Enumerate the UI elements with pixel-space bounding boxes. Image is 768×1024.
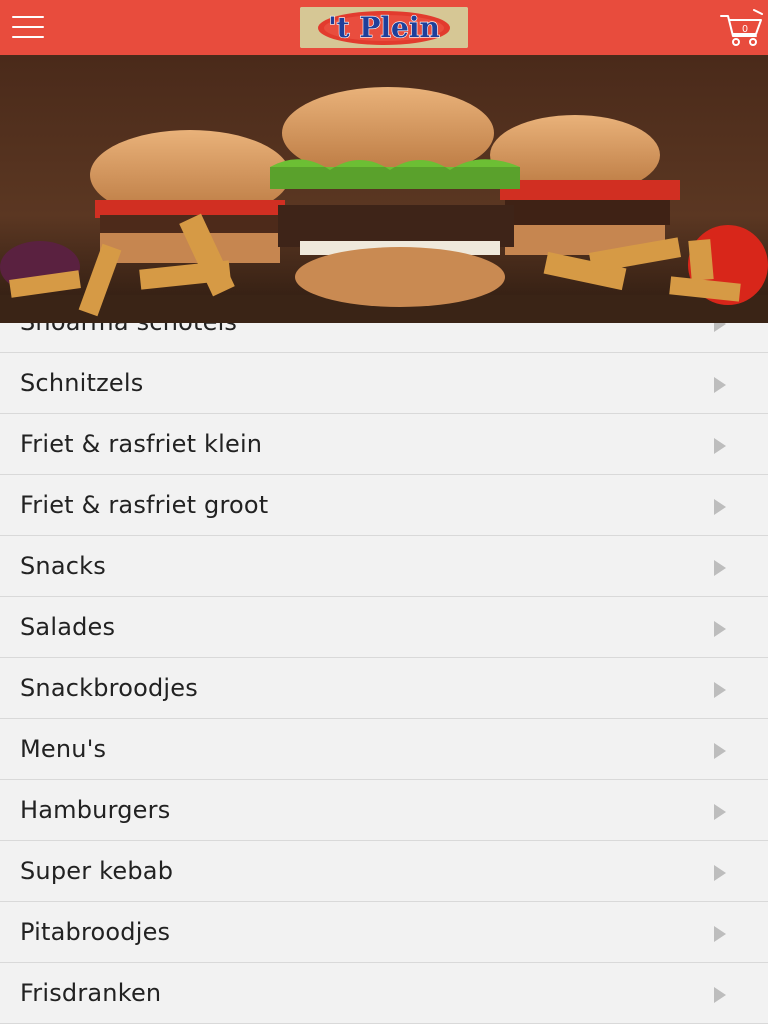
chevron-right-icon [714, 438, 726, 454]
shopping-cart-icon[interactable]: 0 [718, 8, 764, 48]
list-item-label: Frisdranken [20, 979, 162, 1007]
list-item-label: Snackbroodjes [20, 674, 198, 702]
cart-count-badge: 0 [742, 24, 748, 35]
list-item-super-kebab[interactable]: Super kebab [0, 841, 768, 902]
chevron-right-icon [714, 560, 726, 576]
chevron-right-icon [714, 987, 726, 1003]
list-item-label: Menu's [20, 735, 107, 763]
logo-text: 't Plein [328, 11, 440, 44]
menu-bar [12, 26, 44, 28]
chevron-right-icon [714, 682, 726, 698]
list-item-friet-klein[interactable]: Friet & rasfriet klein [0, 414, 768, 475]
list-item-label: Schnitzels [20, 369, 144, 397]
chevron-right-icon [714, 865, 726, 881]
list-item-friet-groot[interactable]: Friet & rasfriet groot [0, 475, 768, 536]
chevron-right-icon [714, 804, 726, 820]
app-header: 't Plein 0 [0, 0, 768, 55]
list-item-label: Friet & rasfriet klein [20, 430, 263, 458]
list-item-label: Pitabroodjes [20, 918, 171, 946]
menu-bar [12, 36, 44, 38]
list-item-salades[interactable]: Salades [0, 597, 768, 658]
list-item-label: Snacks [20, 552, 106, 580]
list-item-snackbroodjes[interactable]: Snackbroodjes [0, 658, 768, 719]
list-item-snacks[interactable]: Snacks [0, 536, 768, 597]
list-item-label: Salades [20, 613, 116, 641]
list-item-label: Hamburgers [20, 796, 171, 824]
list-item-pitabroodjes[interactable]: Pitabroodjes [0, 902, 768, 963]
chevron-right-icon [714, 926, 726, 942]
chevron-right-icon [714, 499, 726, 515]
list-item-hamburgers[interactable]: Hamburgers [0, 780, 768, 841]
chevron-right-icon [714, 621, 726, 637]
hamburger-menu-icon[interactable] [12, 14, 44, 40]
list-item-label: Friet & rasfriet groot [20, 491, 269, 519]
category-list: Shoarma schotels Schnitzels Friet & rasf… [0, 292, 768, 1024]
list-item-schnitzels[interactable]: Schnitzels [0, 353, 768, 414]
list-item-frisdranken[interactable]: Frisdranken [0, 963, 768, 1024]
brand-logo[interactable]: 't Plein [300, 7, 468, 48]
chevron-right-icon [714, 743, 726, 759]
list-item-menus[interactable]: Menu's [0, 719, 768, 780]
menu-bar [12, 16, 44, 18]
list-item-label: Super kebab [20, 857, 174, 885]
chevron-right-icon [714, 377, 726, 393]
hero-image [0, 55, 768, 323]
